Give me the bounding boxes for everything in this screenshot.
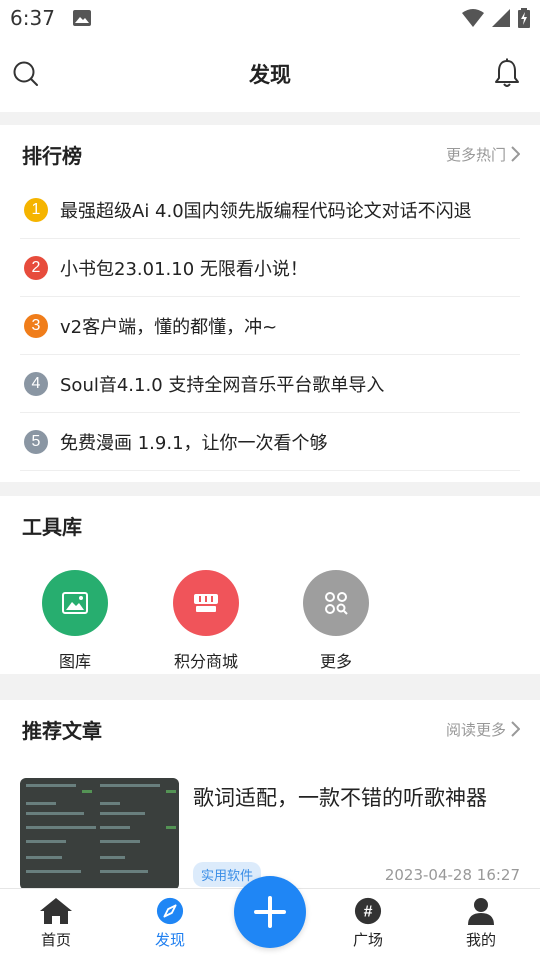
tab-square[interactable]: # 广场 xyxy=(328,897,408,950)
ranking-item-title: v2客户端，懂的都懂，冲~ xyxy=(60,316,278,338)
ranking-item[interactable]: 4 Soul音4.1.0 支持全网音乐平台歌单导入 xyxy=(20,355,520,413)
hashtag-icon: # xyxy=(354,897,382,925)
read-more-label: 阅读更多 xyxy=(445,720,506,739)
ranking-item[interactable]: 5 免费漫画 1.9.1，让你一次看个够 xyxy=(20,413,520,471)
chevron-right-icon xyxy=(511,721,520,737)
ranking-title: 排行榜 xyxy=(22,143,82,168)
tool-more[interactable]: 更多 xyxy=(281,570,391,672)
store-icon xyxy=(194,594,218,612)
more-hot-label: 更多热门 xyxy=(445,145,506,164)
article-item[interactable]: 歌词适配，一款不错的听歌神器 实用软件 2023-04-28 16:27 xyxy=(20,778,520,890)
ranking-list: 1 最强超级Ai 4.0国内领先版编程代码论文对话不闪退 2 小书包23.01.… xyxy=(20,181,520,471)
status-time: 6:37 xyxy=(10,6,55,30)
battery-icon xyxy=(518,8,530,28)
top-header: 发现 xyxy=(0,36,540,112)
tab-label: 首页 xyxy=(40,931,71,949)
ranking-item[interactable]: 3 v2客户端，懂的都懂，冲~ xyxy=(20,297,520,355)
user-icon xyxy=(468,898,494,925)
chevron-right-icon xyxy=(511,146,520,162)
svg-text:#: # xyxy=(364,904,373,921)
tab-label: 广场 xyxy=(352,931,383,949)
tool-label: 更多 xyxy=(319,652,352,671)
plus-icon xyxy=(254,896,286,928)
tab-home[interactable]: 首页 xyxy=(16,897,96,950)
wifi-icon xyxy=(462,9,484,27)
rank-number-badge: 2 xyxy=(24,255,48,280)
gallery-button[interactable] xyxy=(42,570,108,636)
points-mall-button[interactable] xyxy=(173,570,239,636)
article-thumbnail xyxy=(20,778,179,890)
rank-number-badge: 4 xyxy=(24,371,48,396)
rank-number-badge: 3 xyxy=(24,313,48,338)
tool-points-mall[interactable]: 积分商城 xyxy=(151,570,261,672)
tool-gallery[interactable]: 图库 xyxy=(20,570,130,672)
tab-label: 发现 xyxy=(154,931,185,949)
articles-title: 推荐文章 xyxy=(22,718,102,743)
bell-icon[interactable] xyxy=(494,58,520,88)
more-hot-link[interactable]: 更多热门 xyxy=(446,144,520,165)
article-date: 2023-04-28 16:27 xyxy=(384,866,520,884)
status-bar: 6:37 xyxy=(0,0,540,36)
image-notification-icon xyxy=(72,10,91,26)
ranking-item[interactable]: 1 最强超级Ai 4.0国内领先版编程代码论文对话不闪退 xyxy=(20,181,520,239)
read-more-link[interactable]: 阅读更多 xyxy=(446,719,520,740)
more-tools-button[interactable] xyxy=(303,570,369,636)
article-title: 歌词适配，一款不错的听歌神器 xyxy=(193,786,487,810)
articles-section: 推荐文章 阅读更多 歌词适配，一款不错的听歌神器 实用软件 2023-04-28… xyxy=(0,700,540,890)
ranking-item-title: 最强超级Ai 4.0国内领先版编程代码论文对话不闪退 xyxy=(60,200,472,222)
ranking-item[interactable]: 2 小书包23.01.10 无限看小说！ xyxy=(20,239,520,297)
rank-number-badge: 5 xyxy=(24,429,48,454)
more-apps-icon xyxy=(325,592,348,615)
ranking-item-title: 小书包23.01.10 无限看小说！ xyxy=(60,258,308,280)
tool-label: 图库 xyxy=(58,652,91,671)
search-icon[interactable] xyxy=(12,60,40,88)
tool-label: 积分商城 xyxy=(173,652,238,671)
tab-discover[interactable]: 发现 xyxy=(130,897,210,950)
tab-mine[interactable]: 我的 xyxy=(441,897,521,950)
ranking-section: 排行榜 更多热门 1 最强超级Ai 4.0国内领先版编程代码论文对话不闪退 2 … xyxy=(0,125,540,482)
signal-icon xyxy=(492,9,510,27)
ranking-item-title: Soul音4.1.0 支持全网音乐平台歌单导入 xyxy=(60,374,385,396)
tools-title: 工具库 xyxy=(22,514,82,539)
page-title: 发现 xyxy=(249,63,291,87)
home-icon xyxy=(40,898,72,924)
rank-number-badge: 1 xyxy=(24,197,48,222)
ranking-item-title: 免费漫画 1.9.1，让你一次看个够 xyxy=(60,432,328,454)
compass-icon xyxy=(156,897,184,925)
image-icon xyxy=(62,592,88,614)
add-post-button[interactable] xyxy=(234,876,306,948)
tools-section: 工具库 图库 积分商城 更多 xyxy=(0,496,540,674)
tab-label: 我的 xyxy=(465,931,496,949)
